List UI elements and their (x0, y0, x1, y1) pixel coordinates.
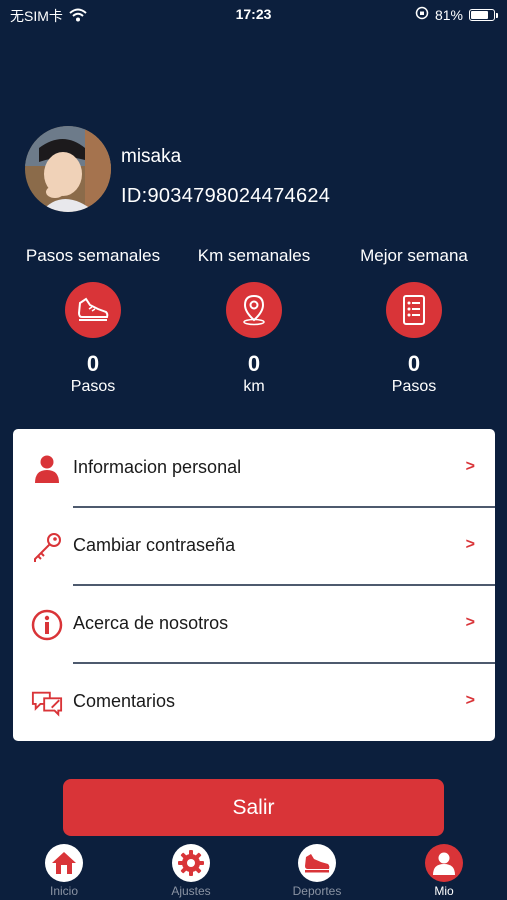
avatar[interactable] (25, 126, 111, 212)
shoe-icon (298, 844, 336, 882)
tab-label: Inicio (49, 884, 78, 898)
shoe-icon (65, 282, 121, 338)
menu-item-label: Informacion personal (73, 457, 242, 477)
stat-label: Mejor semana (360, 246, 468, 265)
battery-percent: 81% (434, 6, 463, 23)
menu-item-personal-info[interactable]: Informacion personal > (13, 429, 495, 507)
tab-mine[interactable]: Mio (404, 844, 484, 898)
home-icon (45, 844, 83, 882)
menu-item-label: Comentarios (73, 691, 176, 711)
stat-unit: km (243, 378, 265, 395)
stat-unit: Pasos (391, 378, 437, 395)
checklist-icon (386, 282, 442, 338)
person-icon (31, 453, 63, 485)
stat-weekly-km: Km semanales 0 km (169, 246, 339, 396)
menu-item-about-us[interactable]: Acerca de nosotros > (13, 585, 495, 663)
chevron-right-icon: > (465, 614, 475, 631)
user-id: ID:9034798024474624 (121, 185, 331, 207)
menu-item-comments[interactable]: Comentarios > (13, 663, 495, 741)
stat-best-week: Mejor semana 0 Pasos (329, 246, 499, 396)
gear-icon (172, 844, 210, 882)
tab-label: Mio (434, 884, 454, 898)
stat-value: 0 (86, 351, 100, 376)
menu-item-change-password[interactable]: Cambiar contraseña > (13, 507, 495, 585)
chevron-right-icon: > (465, 692, 475, 709)
comment-icon (31, 687, 63, 719)
settings-menu: Informacion personal > Cambiar contraseñ… (13, 429, 495, 741)
stat-value: 0 (407, 351, 421, 376)
menu-item-label: Acerca de nosotros (73, 613, 229, 633)
key-icon (31, 531, 63, 563)
stat-value: 0 (247, 351, 261, 376)
location-pin-icon (226, 282, 282, 338)
user-icon (425, 844, 463, 882)
tab-label: Ajustes (171, 884, 211, 898)
tab-label: Deportes (292, 884, 342, 898)
tab-home[interactable]: Inicio (24, 844, 104, 898)
logout-button[interactable]: Salir (63, 779, 444, 836)
stat-weekly-steps: Pasos semanales 0 Pasos (8, 246, 178, 396)
chevron-right-icon: > (465, 536, 475, 553)
menu-item-label: Cambiar contraseña (73, 535, 236, 555)
info-icon (31, 609, 63, 641)
tab-sports[interactable]: Deportes (277, 844, 357, 898)
orientation-lock-icon (415, 6, 429, 23)
stat-unit: Pasos (70, 378, 116, 395)
username: misaka (121, 146, 182, 167)
battery-icon (469, 8, 498, 21)
tab-settings[interactable]: Ajustes (151, 844, 231, 898)
stat-label: Km semanales (197, 246, 311, 265)
status-bar: 无SIM卡 17:23 81% (0, 0, 507, 28)
chevron-right-icon: > (465, 458, 475, 475)
stat-label: Pasos semanales (25, 246, 161, 265)
